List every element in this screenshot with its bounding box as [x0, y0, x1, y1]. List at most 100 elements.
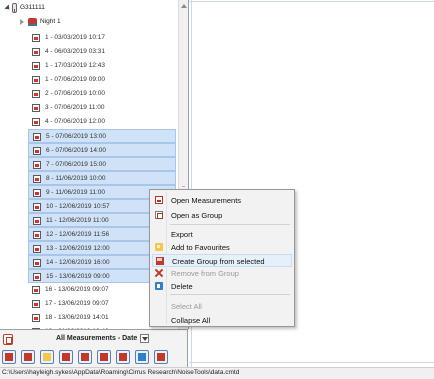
measurement-icon — [33, 273, 41, 281]
measurement-item[interactable]: 6 - 07/06/2019 14:00 — [28, 143, 176, 157]
measurement-icon — [33, 217, 41, 225]
group-icon — [28, 18, 37, 26]
folder-button[interactable] — [59, 350, 73, 364]
menu-item-remove-from-group: Remove from Group — [152, 267, 292, 280]
measurement-icon — [33, 245, 41, 253]
measurement-label: 3 - 07/06/2019 11:00 — [45, 104, 105, 111]
measurement-item[interactable]: 4 - 07/06/2019 12:00 — [28, 115, 176, 129]
measurement-label: 13 - 12/06/2019 12:00 — [46, 245, 110, 252]
measurement-icon — [32, 90, 40, 98]
measurement-icon — [32, 104, 40, 112]
measurement-label: 7 - 07/06/2019 15:00 — [46, 161, 106, 168]
device-icon — [12, 3, 17, 13]
measurement-label: 6 - 07/06/2019 14:00 — [46, 147, 106, 154]
view-title: All Measurements - Date — [56, 335, 138, 342]
measurement-label: 18 - 13/06/2019 14:01 — [45, 314, 109, 321]
menu-item-open-as-group[interactable]: Open as Group — [152, 209, 292, 222]
tree-group-label[interactable]: Night 1 — [40, 15, 61, 29]
measurements-view-icon[interactable] — [3, 334, 13, 345]
menu-item-open-measurements[interactable]: Open Measurements — [152, 194, 292, 207]
bottom-bar: All Measurements - Date — [0, 329, 188, 367]
measurement-icon — [33, 147, 41, 155]
create-group-icon — [156, 257, 164, 265]
measurement-label: 8 - 11/06/2019 10:00 — [46, 175, 106, 182]
favourite-icon — [155, 243, 163, 251]
measurement-item[interactable]: 1 - 07/06/2019 09:00 — [28, 73, 176, 87]
home-button[interactable] — [78, 350, 92, 364]
open-group-icon — [155, 211, 163, 219]
measurement-label: 1 - 17/03/2019 12:43 — [45, 62, 105, 69]
measurement-icon — [32, 76, 40, 84]
open-group-icon — [24, 353, 32, 361]
menu-item-label: Export — [171, 230, 193, 239]
measurement-icon — [33, 133, 41, 141]
menu-item-label: Remove from Group — [171, 269, 239, 278]
measurement-icon — [32, 48, 40, 56]
measurement-label: 12 - 12/06/2019 11:56 — [46, 231, 110, 238]
menu-item-add-to-favourites[interactable]: Add to Favourites — [152, 241, 292, 254]
measurement-item[interactable]: 7 - 07/06/2019 15:00 — [28, 157, 176, 171]
open-measurements-button[interactable] — [2, 350, 16, 364]
favourites-icon — [43, 353, 51, 361]
pane-border — [189, 1, 434, 2]
open-group-button[interactable] — [21, 350, 35, 364]
measurement-icon — [32, 300, 40, 308]
menu-item-collapse-all[interactable]: Collapse All — [152, 314, 292, 327]
measurement-label: 14 - 12/06/2019 16:00 — [46, 259, 110, 266]
scroll-up-icon[interactable] — [181, 4, 187, 8]
measurement-item[interactable]: 4 - 06/03/2019 03:31 — [28, 45, 176, 59]
data-file-path: C:\Users\hayleigh.sykes\AppData\Roaming\… — [2, 369, 240, 376]
measurement-icon — [32, 314, 40, 322]
favourites-button[interactable] — [40, 350, 54, 364]
measurement-item[interactable]: 3 - 07/06/2019 11:00 — [28, 101, 176, 115]
export-icon — [138, 353, 146, 361]
tree-root-label[interactable]: G311111 — [20, 1, 45, 15]
menu-item-label: Open Measurements — [171, 196, 242, 205]
measurement-item[interactable]: 8 - 11/06/2019 10:00 — [28, 171, 176, 185]
menu-item-label: Collapse All — [171, 316, 211, 325]
context-menu: Open Measurements Open as Group Export Add … — [149, 189, 295, 327]
measurement-icon — [33, 203, 41, 211]
view-dropdown-button[interactable] — [140, 334, 149, 343]
measurement-item[interactable]: 1 - 17/03/2019 12:43 — [28, 59, 176, 73]
export-button[interactable] — [135, 350, 149, 364]
measurement-label: 9 - 11/06/2019 11:00 — [46, 189, 106, 196]
measurement-label: 10 - 12/06/2019 10:57 — [46, 203, 110, 210]
person-icon — [100, 353, 108, 361]
menu-item-delete[interactable]: Delete — [152, 280, 292, 293]
measurement-icon — [33, 161, 41, 169]
menu-item-label: Open as Group — [171, 211, 223, 220]
menu-item-create-group-from-selected[interactable]: Create Group from selected — [152, 254, 292, 267]
measurement-label: 5 - 07/06/2019 13:00 — [46, 133, 106, 140]
measurement-label: 4 - 07/06/2019 12:00 — [45, 118, 105, 125]
collapse-root-icon[interactable] — [4, 4, 12, 12]
remove-icon — [155, 269, 163, 277]
measurement-label: 1 - 07/06/2019 09:00 — [45, 76, 105, 83]
measurement-icon — [32, 118, 40, 126]
measurement-label: 17 - 13/06/2019 09:07 — [45, 300, 109, 307]
measurement-item[interactable]: 1 - 03/03/2019 10:17 — [28, 31, 176, 45]
menu-item-label: Select All — [171, 302, 202, 311]
measurement-item[interactable]: 5 - 07/06/2019 13:00 — [28, 129, 176, 143]
status-bar: C:\Users\hayleigh.sykes\AppData\Roaming\… — [0, 367, 434, 379]
settings-icon — [157, 353, 165, 361]
report-button[interactable] — [116, 350, 130, 364]
measurement-icon — [32, 62, 40, 70]
settings-button[interactable] — [154, 350, 168, 364]
menu-item-export[interactable]: Export — [152, 228, 292, 241]
menu-separator — [170, 224, 290, 225]
pane-border — [189, 362, 434, 363]
menu-item-select-all: Select All — [152, 300, 292, 313]
measurement-icon — [33, 175, 41, 183]
open-measurements-icon — [155, 196, 163, 204]
menu-item-label: Add to Favourites — [171, 243, 230, 252]
measurement-icon — [32, 34, 40, 42]
open-measurements-icon — [5, 353, 13, 361]
menu-item-label: Delete — [171, 282, 193, 291]
expand-group-icon[interactable] — [20, 19, 24, 25]
measurement-item[interactable]: 2 - 07/06/2019 10:00 — [28, 87, 176, 101]
measurement-label: 1 - 03/03/2019 10:17 — [45, 34, 105, 41]
person-button[interactable] — [97, 350, 111, 364]
measurement-icon — [33, 189, 41, 197]
measurement-icon — [32, 286, 40, 294]
